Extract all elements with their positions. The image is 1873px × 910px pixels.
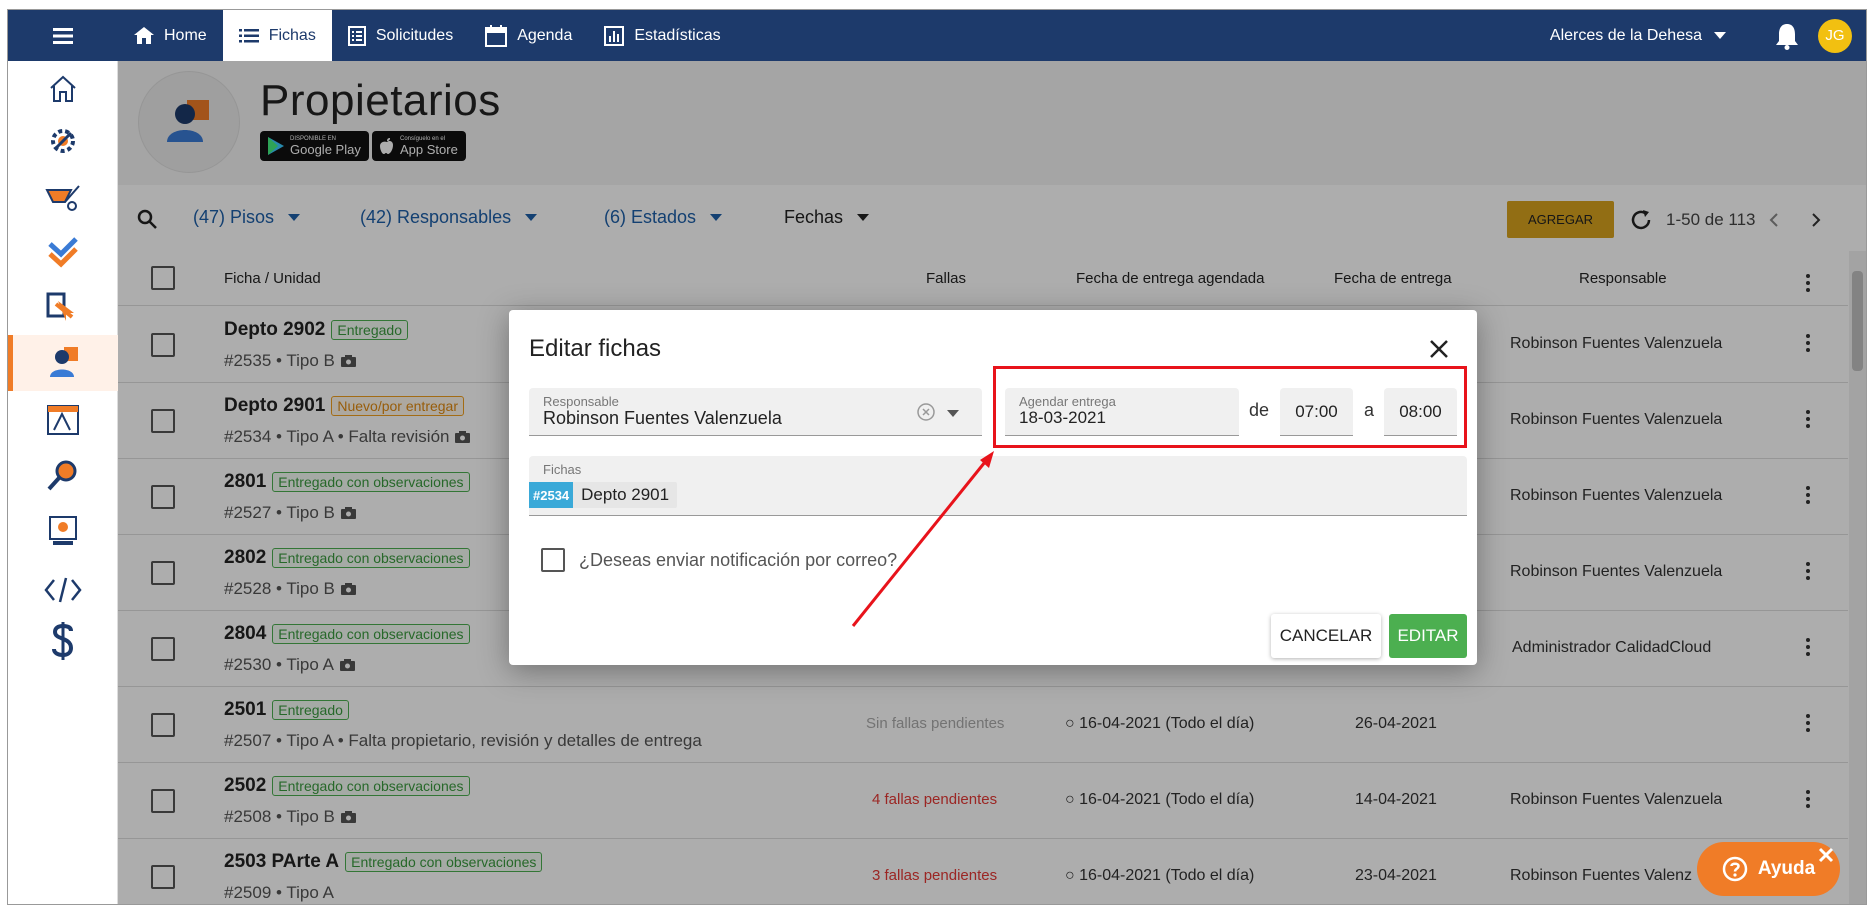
sidebar-item-settings[interactable] <box>8 113 118 169</box>
sidebar-item-billing[interactable] <box>8 614 118 670</box>
chip-name: Depto 2901 <box>581 485 670 504</box>
blueprint-icon <box>47 405 79 435</box>
nav-estadisticas[interactable]: Estadísticas <box>588 10 736 61</box>
responsable-label: Responsable <box>543 394 619 409</box>
nav-solicitudes[interactable]: Solicitudes <box>332 10 469 61</box>
sidebar-item-documents[interactable] <box>8 503 118 559</box>
sidebar-item-wheelbarrow[interactable] <box>8 169 118 225</box>
home-icon <box>134 27 154 44</box>
notify-option[interactable]: ¿Deseas enviar notificación por correo? <box>541 548 897 572</box>
bar-chart-icon <box>604 25 625 46</box>
caret-down-icon[interactable] <box>947 410 959 417</box>
caret-down-icon <box>1714 32 1726 39</box>
code-icon <box>44 577 82 603</box>
help-close-icon[interactable] <box>1817 846 1835 864</box>
sidebar-item-code[interactable] <box>8 562 118 618</box>
project-name: Alerces de la Dehesa <box>1549 26 1702 44</box>
clear-icon[interactable] <box>917 403 935 421</box>
nav-home[interactable]: Home <box>118 10 223 61</box>
nav-fichas[interactable]: Fichas <box>222 10 332 61</box>
close-icon[interactable] <box>1427 337 1451 361</box>
nav-agenda[interactable]: Agenda <box>469 10 588 61</box>
responsable-select[interactable]: Responsable Robinson Fuentes Valenzuela <box>529 388 982 436</box>
user-initials: JG <box>1825 27 1845 44</box>
edit-fichas-dialog: Editar fichas Responsable Robinson Fuent… <box>509 310 1477 665</box>
list-icon <box>238 28 259 42</box>
annotation-highlight-box <box>993 366 1467 448</box>
nav-solicitudes-label: Solicitudes <box>375 26 454 44</box>
nav-agenda-label: Agenda <box>517 26 573 44</box>
notify-checkbox[interactable] <box>541 548 565 572</box>
dialog-title: Editar fichas <box>529 335 662 362</box>
export-icon <box>46 292 74 321</box>
wheelbarrow-icon <box>45 185 80 211</box>
question-circle-icon <box>1722 856 1748 882</box>
calendar-icon <box>485 24 508 47</box>
sidebar <box>8 61 118 904</box>
fichas-label: Fichas <box>543 462 582 477</box>
notify-label: ¿Deseas enviar notificación por correo? <box>579 549 898 570</box>
nav-fichas-label: Fichas <box>268 26 316 44</box>
chip-id: #2534 <box>529 482 574 508</box>
user-avatar[interactable]: JG <box>1818 18 1852 53</box>
sidebar-item-home[interactable] <box>8 61 118 117</box>
double-check-icon <box>48 237 78 268</box>
sidebar-item-checklist[interactable] <box>8 224 118 280</box>
gear-tools-icon <box>51 129 75 153</box>
dollar-icon <box>52 622 74 660</box>
project-selector[interactable]: Alerces de la Dehesa <box>1550 27 1726 45</box>
hamburger-menu-button[interactable] <box>8 10 118 61</box>
owner-icon <box>49 347 78 377</box>
clipboard-list-icon <box>347 25 366 46</box>
sidebar-item-inspection[interactable] <box>8 447 118 503</box>
cancel-button[interactable]: CANCELAR <box>1271 614 1381 658</box>
house-outline-icon <box>50 75 76 102</box>
sidebar-item-propietarios[interactable] <box>8 335 118 391</box>
menu-icon <box>53 27 73 44</box>
ficha-chip[interactable]: #2534 Depto 2901 <box>529 482 678 508</box>
sidebar-item-transfer[interactable] <box>8 279 118 335</box>
help-label: Ayuda <box>1757 858 1816 879</box>
sidebar-item-plans[interactable] <box>8 392 118 448</box>
certificate-icon <box>49 516 77 545</box>
edit-button[interactable]: EDITAR <box>1389 614 1467 658</box>
nav-estadisticas-label: Estadísticas <box>634 26 721 44</box>
magnifier-icon <box>47 460 77 491</box>
top-navbar: Home Fichas Solicitudes Agenda Estadísti… <box>8 10 1866 61</box>
responsable-value: Robinson Fuentes Valenzuela <box>543 408 782 428</box>
nav-home-label: Home <box>164 26 207 44</box>
bell-icon[interactable] <box>1774 22 1800 50</box>
